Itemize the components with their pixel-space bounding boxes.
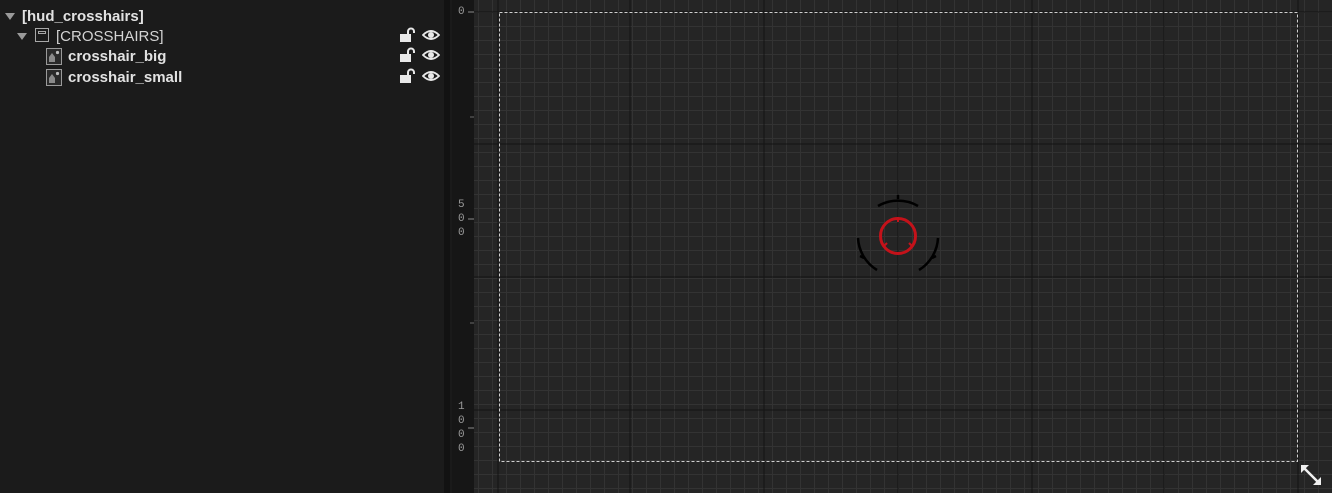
expand-arrow-icon[interactable] (17, 33, 27, 40)
canvas-panel-icon (35, 28, 49, 42)
image-widget-icon (46, 48, 62, 65)
panel-splitter[interactable] (444, 0, 450, 493)
unlock-icon[interactable] (399, 47, 415, 63)
zoom-to-fit-resize-icon[interactable] (1298, 462, 1324, 488)
unlock-icon[interactable] (399, 68, 415, 84)
design-canvas-grid[interactable] (474, 0, 1332, 493)
canvas-label: [CROSSHAIRS] (56, 28, 164, 45)
hierarchy-root-row[interactable]: [hud_crosshairs] (0, 6, 444, 26)
hierarchy-item-crosshair-small[interactable]: crosshair_small (0, 67, 444, 87)
hierarchy-item-label: crosshair_big (68, 48, 167, 65)
visibility-eye-icon[interactable] (422, 48, 440, 62)
hierarchy-item-crosshair-big[interactable]: crosshair_big (0, 46, 444, 66)
unlock-icon[interactable] (399, 27, 415, 43)
canvas-overlay (474, 0, 1332, 493)
hierarchy-canvas-row[interactable]: [CROSSHAIRS] (0, 26, 444, 46)
root-widget-label: [hud_crosshairs] (22, 8, 144, 25)
ruler-ticks (468, 11, 474, 429)
designer-viewport[interactable]: 0 5 0 0 1 0 0 0 (452, 0, 1332, 493)
image-widget-icon (46, 69, 62, 86)
expand-arrow-icon[interactable] (5, 13, 15, 20)
visibility-eye-icon[interactable] (422, 69, 440, 83)
hierarchy-item-label: crosshair_small (68, 69, 183, 86)
hierarchy-panel: [hud_crosshairs] [CROSSHAIRS] crosshair_… (0, 0, 444, 493)
visibility-eye-icon[interactable] (422, 28, 440, 42)
vertical-ruler: 0 5 0 0 1 0 0 0 (452, 0, 474, 493)
